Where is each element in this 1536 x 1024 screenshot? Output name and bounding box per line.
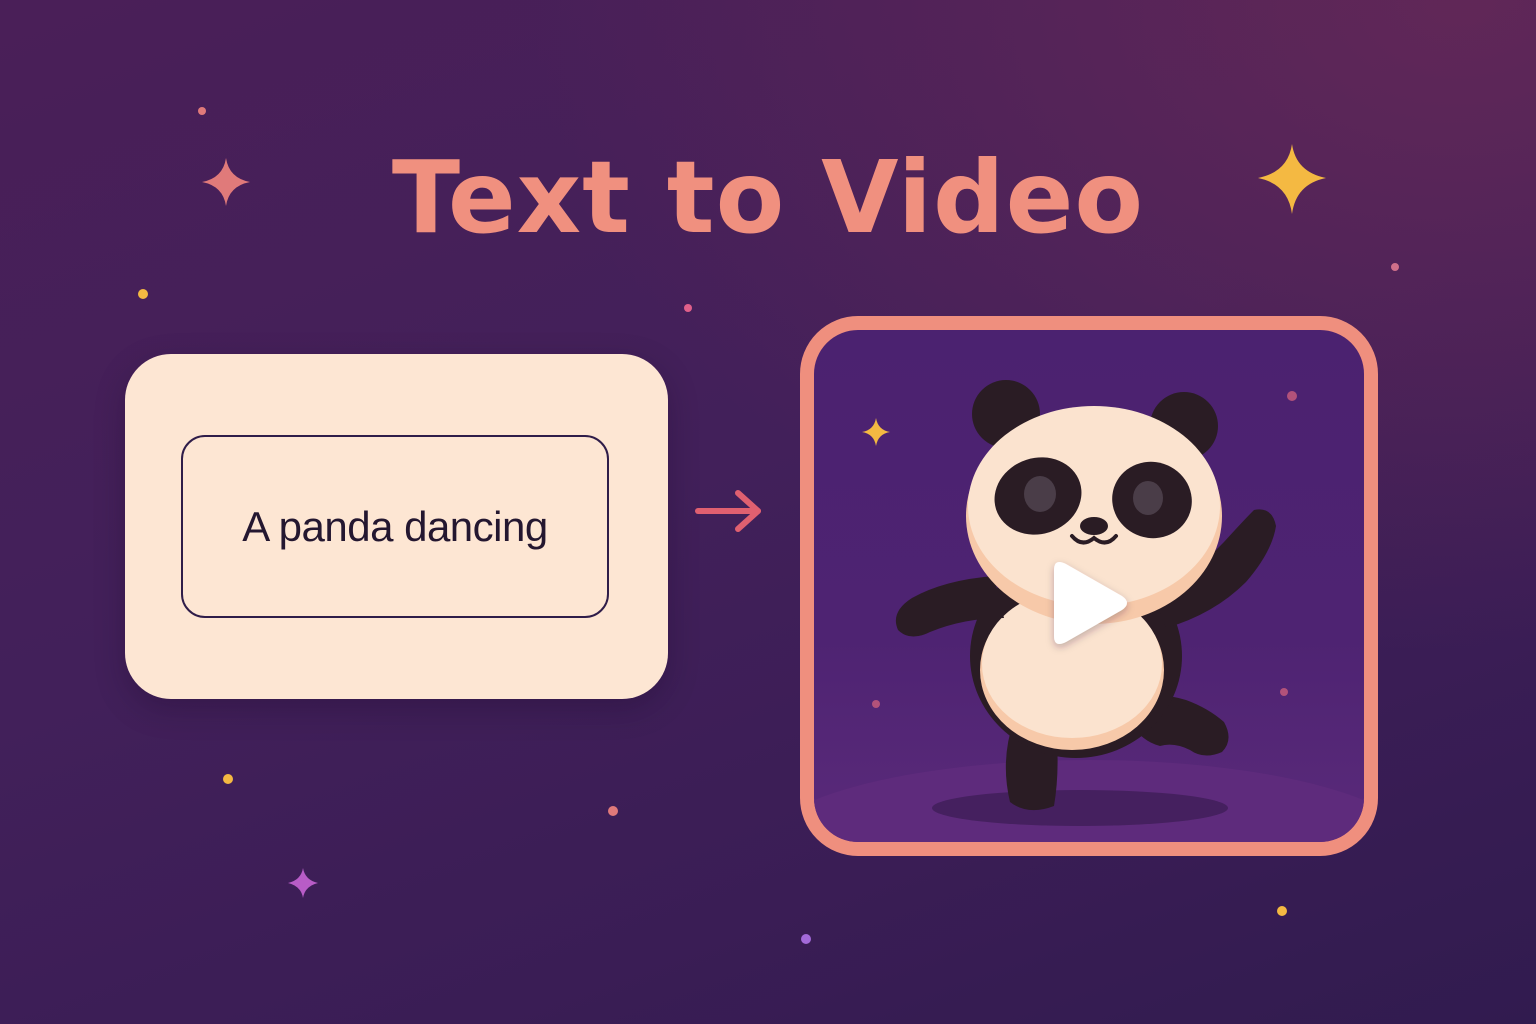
dot xyxy=(872,700,880,708)
sparkle-icon xyxy=(862,418,890,446)
prompt-card: A panda dancing xyxy=(125,354,668,699)
dot xyxy=(684,304,692,312)
dot xyxy=(608,806,618,816)
dot xyxy=(1287,391,1297,401)
play-icon[interactable] xyxy=(1030,548,1140,658)
dot xyxy=(198,107,206,115)
prompt-text: A panda dancing xyxy=(242,502,548,550)
prompt-input[interactable]: A panda dancing xyxy=(181,435,609,618)
dot xyxy=(1280,688,1288,696)
dot xyxy=(138,289,148,299)
page-title: Text to Video xyxy=(391,139,1145,256)
sparkle-icon xyxy=(288,868,318,898)
dot xyxy=(801,934,811,944)
dot xyxy=(1277,906,1287,916)
dot xyxy=(223,774,233,784)
panda-shadow xyxy=(932,790,1228,826)
panda-nose xyxy=(1080,517,1108,535)
arrow-right-icon xyxy=(695,490,761,532)
